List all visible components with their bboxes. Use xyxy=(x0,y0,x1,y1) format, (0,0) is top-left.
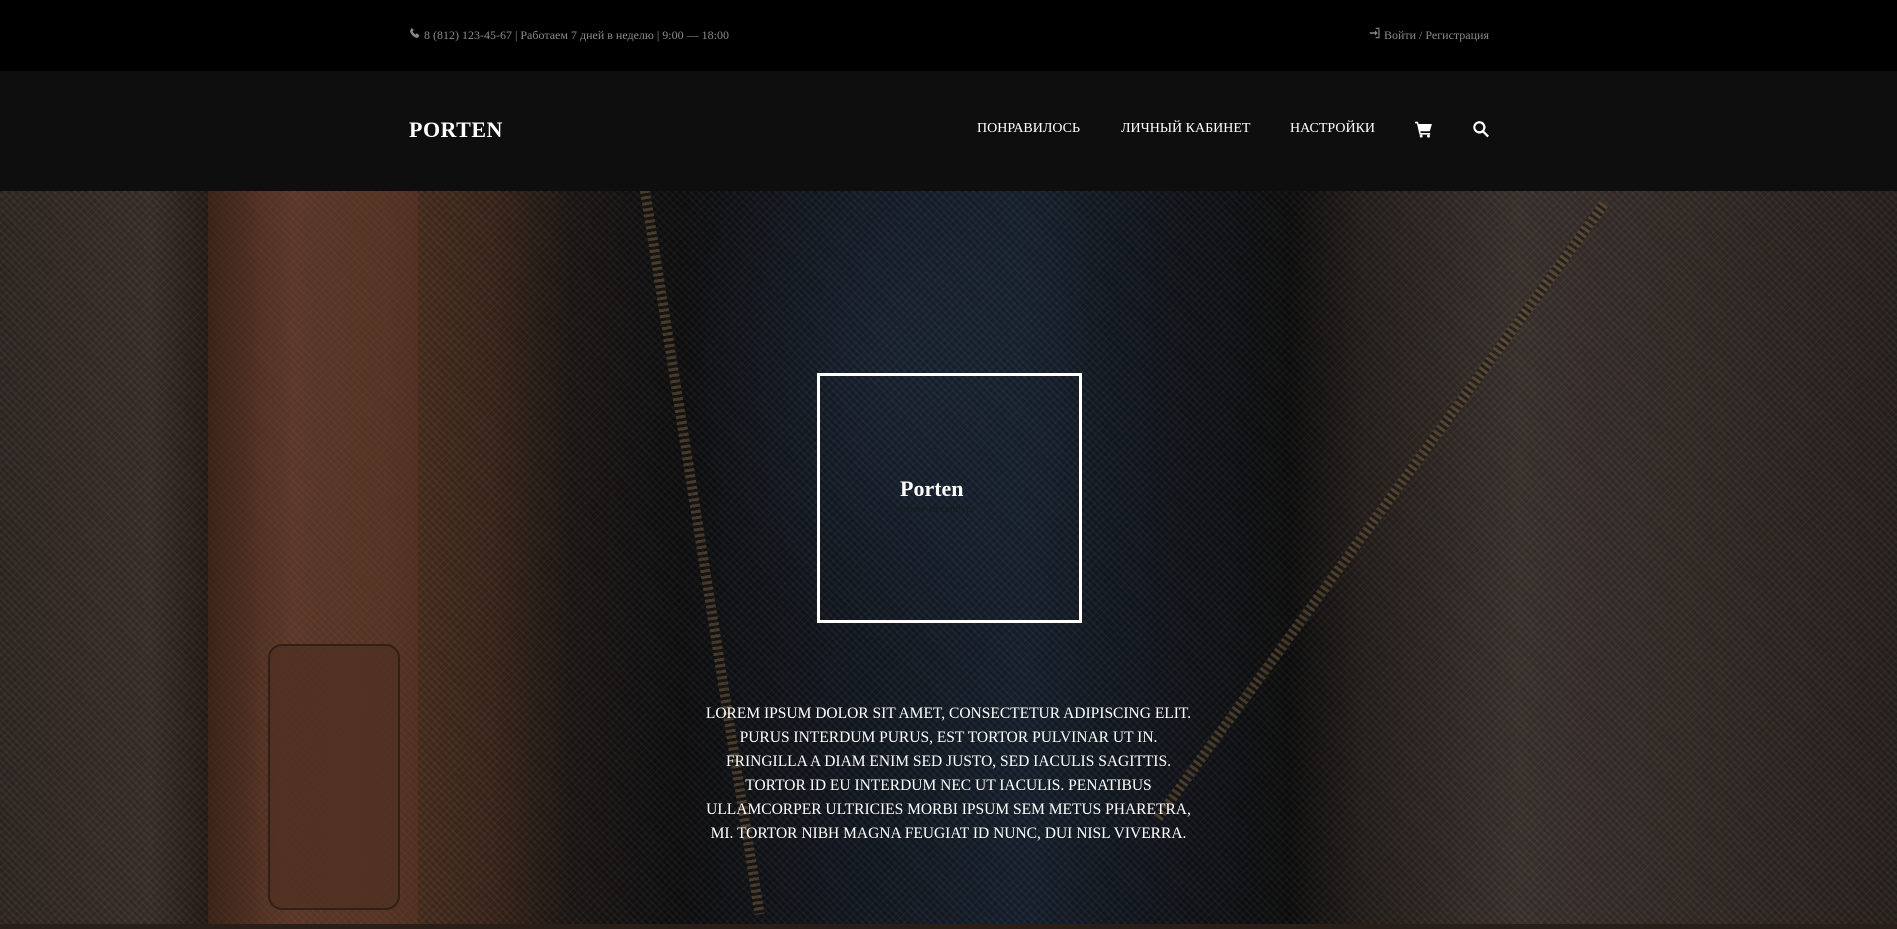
site-logo[interactable]: PORTEN xyxy=(409,117,503,143)
phone-icon xyxy=(409,27,421,43)
hero-subtitle: санкт-петербург xyxy=(900,503,977,515)
nav-item-settings[interactable]: НАСТРОЙКИ xyxy=(1290,121,1375,137)
zipper-decoration-right xyxy=(1153,201,1609,822)
phone-number[interactable]: 8 (812) 123-45-67 xyxy=(424,28,512,43)
leather-tag-decoration xyxy=(268,644,400,910)
hero-description: LOREM IPSUM DOLOR SIT AMET, CONSECTETUR … xyxy=(705,705,1192,842)
auth-link[interactable]: Войти / Регистрация xyxy=(1369,27,1489,43)
hero-title: Porten xyxy=(900,476,964,501)
work-schedule: | Работаем 7 дней в неделю | 9:00 — 18:0… xyxy=(514,27,729,42)
auth-label[interactable]: Войти / Регистрация xyxy=(1384,28,1489,43)
sign-in-icon xyxy=(1369,27,1381,43)
page-bottom-edge xyxy=(0,924,1897,929)
search-icon[interactable] xyxy=(1472,120,1490,138)
nav-item-account[interactable]: ЛИЧНЫЙ КАБИНЕТ xyxy=(1121,121,1250,137)
contact-info: 8 (812) 123-45-67 | Работаем 7 дней в не… xyxy=(409,27,729,43)
main-navbar: PORTEN ПОНРАВИЛОСЬ ЛИЧНЫЙ КАБИНЕТ НАСТРО… xyxy=(0,71,1897,191)
top-info-bar: 8 (812) 123-45-67 | Работаем 7 дней в не… xyxy=(0,0,1897,71)
cart-icon[interactable] xyxy=(1415,120,1433,138)
hero-section: Porten санкт-петербург LOREM IPSUM DOLOR… xyxy=(0,191,1897,924)
nav-item-favorites[interactable]: ПОНРАВИЛОСЬ xyxy=(977,121,1080,137)
